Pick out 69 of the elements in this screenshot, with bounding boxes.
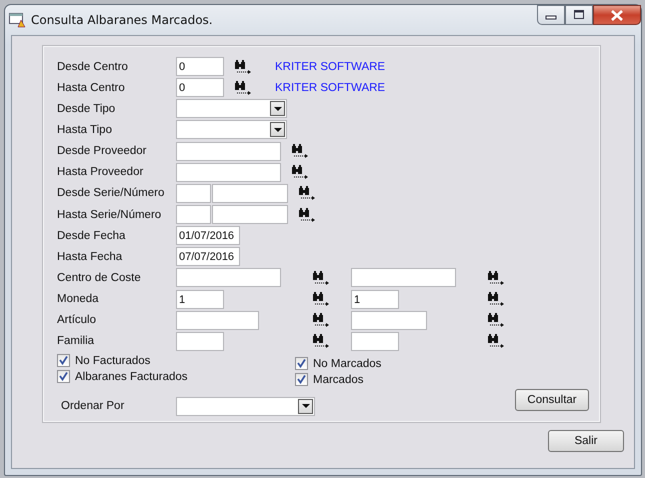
field-label: Moneda bbox=[57, 293, 100, 306]
binoculars-icon[interactable] bbox=[487, 313, 505, 328]
dropdown-field[interactable] bbox=[176, 120, 287, 140]
input-field[interactable] bbox=[351, 310, 427, 330]
input-field[interactable]: 1 bbox=[176, 290, 224, 309]
field-label: Desde Fecha bbox=[57, 230, 126, 242]
field-label: Centro de Coste bbox=[57, 272, 142, 284]
maximize-button[interactable] bbox=[565, 5, 593, 25]
checkbox[interactable] bbox=[295, 373, 308, 386]
input-field[interactable]: 07/07/2016 bbox=[176, 247, 240, 266]
field-label: Artículo bbox=[57, 314, 97, 326]
binoculars-icon[interactable] bbox=[487, 270, 505, 285]
binoculars-icon[interactable] bbox=[487, 334, 505, 348]
close-button[interactable] bbox=[593, 5, 641, 25]
field-label: Hasta Serie/Número bbox=[57, 208, 162, 221]
checkbox[interactable] bbox=[295, 357, 308, 370]
field-label: Desde Tipo bbox=[57, 102, 116, 115]
input-field[interactable] bbox=[176, 162, 281, 182]
checkbox[interactable] bbox=[57, 354, 70, 368]
input-field[interactable] bbox=[212, 184, 288, 203]
checkbox[interactable] bbox=[57, 370, 70, 384]
input-field[interactable] bbox=[212, 205, 288, 224]
field-label: Hasta Tipo bbox=[57, 124, 113, 136]
checkbox-label: Marcados bbox=[313, 374, 364, 386]
minimize-button[interactable] bbox=[537, 5, 565, 25]
sort-label: Ordenar Por bbox=[60, 400, 126, 412]
maximize-icon bbox=[573, 10, 585, 20]
input-field[interactable] bbox=[351, 332, 399, 351]
binoculars-icon[interactable] bbox=[291, 144, 309, 158]
input-field[interactable] bbox=[176, 184, 211, 203]
binoculars-icon[interactable] bbox=[234, 80, 252, 95]
checkbox-label: Albaranes Facturados bbox=[75, 370, 188, 383]
window-title: Consulta Albaranes Marcados. bbox=[31, 13, 213, 27]
input-field[interactable]: 0 bbox=[176, 57, 224, 76]
checkbox-label: No Facturados bbox=[75, 354, 150, 367]
input-field[interactable] bbox=[176, 142, 281, 161]
binoculars-icon[interactable] bbox=[487, 292, 505, 306]
binoculars-icon[interactable] bbox=[312, 292, 330, 306]
exit-button[interactable]: Salir bbox=[548, 430, 624, 452]
sort-dropdown[interactable] bbox=[176, 396, 315, 416]
binoculars-icon[interactable] bbox=[312, 334, 330, 348]
checkbox-label: No Marcados bbox=[313, 358, 382, 370]
input-field[interactable]: 1 bbox=[351, 290, 399, 309]
field-label: Familia bbox=[57, 335, 96, 348]
field-label: Desde Proveedor bbox=[57, 145, 148, 158]
dropdown-field[interactable] bbox=[176, 99, 287, 118]
input-field[interactable]: 01/07/2016 bbox=[176, 226, 240, 246]
center-name: KRITER SOFTWARE bbox=[275, 82, 386, 94]
field-label: Desde Centro bbox=[57, 60, 129, 73]
input-field[interactable] bbox=[176, 268, 281, 288]
field-label: Hasta Centro bbox=[57, 82, 126, 94]
window-app-icon bbox=[9, 12, 27, 28]
close-icon bbox=[610, 10, 624, 20]
field-label: Hasta Fecha bbox=[57, 250, 124, 263]
query-button[interactable]: Consultar bbox=[515, 389, 589, 412]
input-field[interactable] bbox=[351, 268, 456, 288]
center-name: KRITER SOFTWARE bbox=[275, 60, 386, 73]
binoculars-icon[interactable] bbox=[298, 208, 316, 222]
binoculars-icon[interactable] bbox=[312, 313, 330, 328]
input-field[interactable] bbox=[176, 332, 224, 351]
binoculars-icon[interactable] bbox=[291, 165, 309, 180]
input-field[interactable]: 0 bbox=[176, 78, 224, 98]
binoculars-icon[interactable] bbox=[298, 186, 316, 200]
input-field[interactable] bbox=[176, 310, 259, 330]
binoculars-icon[interactable] bbox=[234, 60, 252, 74]
field-label: Desde Serie/Número bbox=[57, 187, 166, 200]
binoculars-icon[interactable] bbox=[312, 270, 330, 285]
input-field[interactable] bbox=[176, 205, 211, 224]
field-label: Hasta Proveedor bbox=[57, 166, 144, 178]
